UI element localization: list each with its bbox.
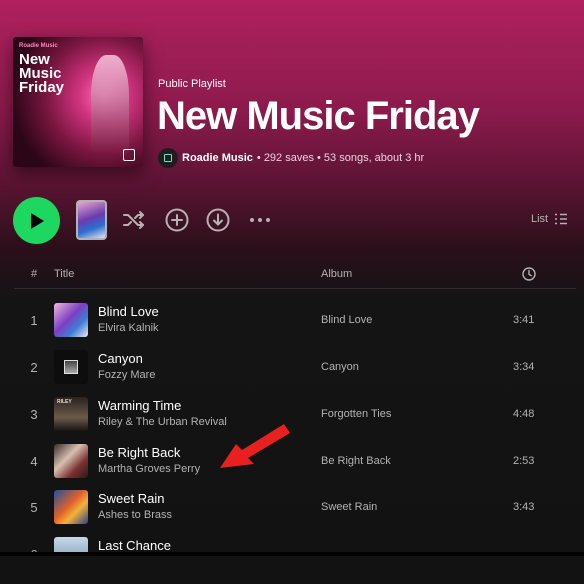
table-row[interactable]: 1 Blind Love Elvira Kalnik Blind Love 3:… [0,298,584,344]
cover-title: New Music Friday [19,51,65,96]
annotation-arrow-icon [220,424,290,468]
playlist-page: Roadie Music New Music Friday Public Pla… [0,0,584,584]
track-number: 2 [30,360,38,375]
playlist-stats: • 292 saves • 53 songs, about 3 hr [256,152,425,164]
track-number: 3 [30,407,38,422]
track-artwork [54,444,88,478]
shuffle-button[interactable] [121,207,147,233]
track-artist[interactable]: Riley & The Urban Revival [98,416,227,428]
track-number: 5 [30,500,38,515]
track-artwork [54,490,88,524]
play-icon [30,212,44,229]
playlist-cover: Roadie Music New Music Friday [13,37,143,167]
track-artist[interactable]: Fozzy Mare [98,369,155,381]
clock-icon [522,267,536,281]
add-to-library-button[interactable] [164,207,190,233]
owner-link[interactable]: Roadie Music [182,152,253,164]
add-circle-icon [165,208,189,232]
page-title: New Music Friday [157,94,480,138]
artwork-text: RILEY [57,399,72,405]
more-icon [250,218,270,222]
more-options-button[interactable] [247,207,273,233]
track-album[interactable]: Sweet Rain [321,501,377,513]
header-number: # [31,268,38,280]
track-artist[interactable]: Ashes to Brass [98,509,172,521]
track-number: 4 [30,454,38,469]
track-artist[interactable]: Elvira Kalnik [98,322,159,334]
track-title[interactable]: Blind Love [98,304,159,319]
track-artwork: RILEY [54,397,88,431]
track-album[interactable]: Canyon [321,361,359,373]
shuffle-icon [123,211,144,229]
header-album[interactable]: Album [321,268,352,280]
bottom-bar [0,552,584,584]
track-album[interactable]: Be Right Back [321,455,391,467]
header-duration[interactable] [522,267,536,284]
table-row[interactable]: 5 Sweet Rain Ashes to Brass Sweet Rain 3… [0,485,584,531]
track-duration: 2:53 [513,455,535,467]
cover-badge-icon [123,149,135,161]
track-title[interactable]: Be Right Back [98,445,180,460]
header-divider [14,288,576,289]
track-number: 1 [30,313,38,328]
now-playing-thumb[interactable] [76,200,107,240]
track-artist[interactable]: Martha Groves Perry [98,463,200,475]
track-title[interactable]: Last Chance [98,538,171,553]
track-duration: 4:48 [513,408,535,420]
track-duration: 3:34 [513,361,535,373]
download-icon [206,208,230,232]
play-button[interactable] [13,197,60,244]
list-icon [555,213,568,225]
track-artwork [54,350,88,384]
view-toggle[interactable]: List [531,213,568,225]
table-row[interactable]: 2 Canyon Fozzy Mare Canyon 3:34 [0,345,584,391]
owner-avatar[interactable] [158,148,178,168]
track-artwork [54,303,88,337]
cover-figure [91,55,129,155]
view-label: List [531,213,549,225]
playlist-type: Public Playlist [158,78,226,90]
track-duration: 3:43 [513,501,535,513]
cover-brand: Roadie Music [19,43,58,49]
track-album[interactable]: Forgotten Ties [321,408,391,420]
owner-logo-icon [164,154,172,162]
track-album[interactable]: Blind Love [321,314,372,326]
track-duration: 3:41 [513,314,535,326]
track-title[interactable]: Warming Time [98,398,181,413]
track-title[interactable]: Sweet Rain [98,491,164,506]
playlist-meta: Roadie Music • 292 saves • 53 songs, abo… [158,147,424,169]
header-title[interactable]: Title [54,268,74,280]
tracklist-header: # Title Album [0,262,584,288]
track-title[interactable]: Canyon [98,351,143,366]
download-button[interactable] [205,207,231,233]
